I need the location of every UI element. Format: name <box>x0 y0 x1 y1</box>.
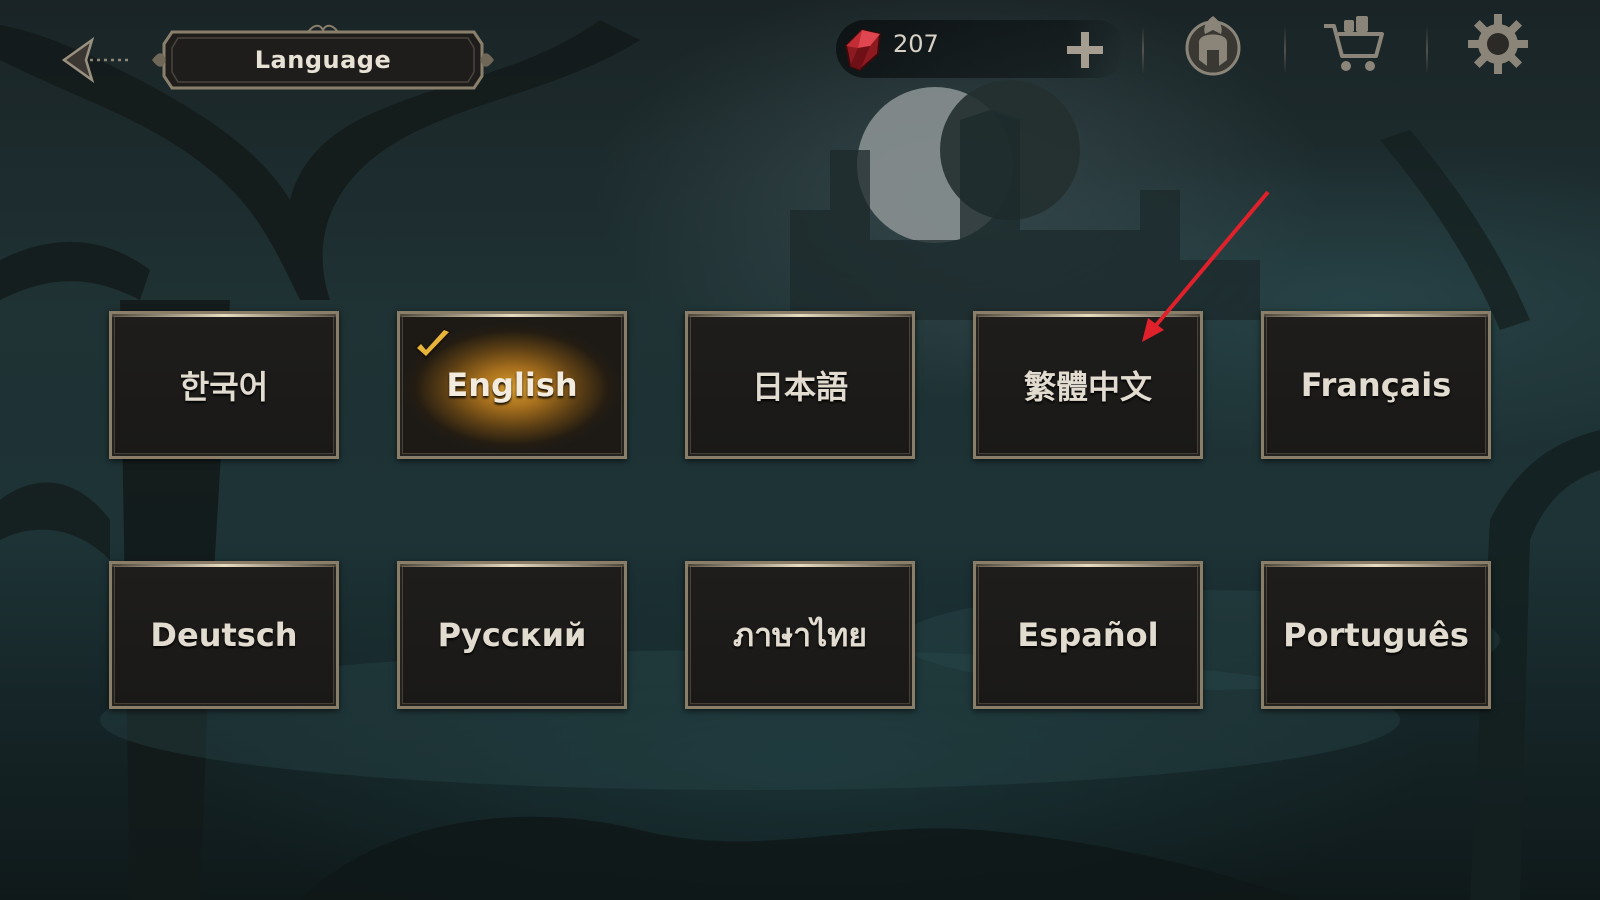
shopping-cart-icon <box>1324 16 1384 71</box>
language-button-japanese[interactable]: 日本語 <box>685 311 915 459</box>
language-label: Français <box>1300 366 1452 404</box>
language-label: English <box>446 366 578 404</box>
divider <box>1426 26 1428 74</box>
spartan-helmet-icon <box>1185 16 1241 76</box>
page-title: Language <box>254 46 392 74</box>
language-label: Deutsch <box>150 616 298 654</box>
back-button[interactable] <box>58 34 138 86</box>
language-label: ภาษาไทย <box>732 615 868 654</box>
language-button-russian[interactable]: Русский <box>397 561 627 709</box>
gear-icon <box>1468 14 1528 74</box>
language-button-korean[interactable]: 한국어 <box>109 311 339 459</box>
shop-button[interactable] <box>1322 12 1386 76</box>
language-label: Español <box>1017 616 1159 654</box>
divider <box>1284 26 1286 74</box>
language-button-portuguese[interactable]: Português <box>1261 561 1491 709</box>
plus-icon <box>1067 32 1103 68</box>
language-button-spanish[interactable]: Español <box>973 561 1203 709</box>
language-label: 日本語 <box>751 368 848 406</box>
language-button-english[interactable]: English <box>397 311 627 459</box>
add-currency-button[interactable] <box>1063 28 1107 72</box>
language-label: Português <box>1283 616 1469 654</box>
game-screen: Language 207 한국어 English 日本語 繁體中文 França… <box>0 0 1600 900</box>
title-plate: Language <box>148 22 498 98</box>
language-button-thai[interactable]: ภาษาไทย <box>685 561 915 709</box>
language-button-french[interactable]: Français <box>1261 311 1491 459</box>
language-label: 한국어 <box>179 368 269 406</box>
settings-button[interactable] <box>1466 12 1530 76</box>
language-button-german[interactable]: Deutsch <box>109 561 339 709</box>
back-arrow-icon <box>61 36 132 84</box>
language-label: 繁體中文 <box>1023 368 1152 406</box>
divider <box>1142 26 1144 74</box>
hero-button[interactable] <box>1181 12 1245 76</box>
language-label: Русский <box>437 616 587 654</box>
red-gem-icon <box>844 28 882 72</box>
language-button-traditional-chinese[interactable]: 繁體中文 <box>973 311 1203 459</box>
gem-count: 207 <box>893 30 939 58</box>
